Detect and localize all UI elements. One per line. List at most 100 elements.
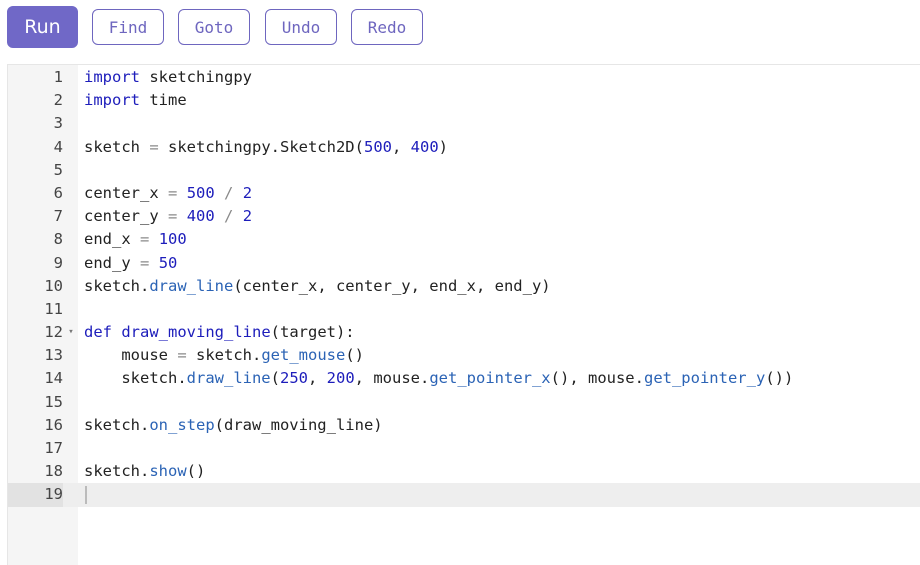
code-line[interactable]: 10 sketch.draw_line(center_x, center_y, e…	[8, 275, 920, 298]
code-editor[interactable]: 1 import sketchingpy 2 import time 3 4 sketch …	[7, 64, 920, 565]
line-number: 6	[53, 183, 63, 202]
code-token: 100	[158, 230, 187, 249]
code-text: mouse = sketch.get_mouse()	[84, 344, 364, 367]
code-token: import	[84, 68, 140, 86]
code-line[interactable]: 8 end_x = 100	[8, 228, 920, 251]
line-number: 8	[53, 230, 63, 249]
code-line[interactable]: 17	[8, 437, 920, 460]
code-token: 400	[186, 207, 215, 226]
code-line[interactable]: 19	[8, 483, 920, 507]
code-token: (target):	[270, 323, 355, 342]
code-token: (center_x, center_y, end_x, end_y)	[233, 276, 551, 295]
code-line[interactable]: 6 center_x = 500 / 2	[8, 182, 920, 205]
code-line[interactable]: 11	[8, 298, 920, 321]
code-text: import time	[84, 89, 187, 112]
redo-button[interactable]: Redo	[351, 9, 423, 45]
code-token: get_pointer_y	[643, 369, 766, 388]
goto-button[interactable]: Goto	[178, 9, 250, 45]
code-text: sketch = sketchingpy.Sketch2D(500, 400)	[84, 136, 448, 159]
find-button[interactable]: Find	[92, 9, 164, 45]
line-number: 3	[53, 114, 63, 133]
code-line[interactable]: 13 mouse = sketch.get_mouse()	[8, 344, 920, 367]
code-line[interactable]: 9 end_y = 50	[8, 252, 920, 275]
text-cursor	[85, 486, 87, 505]
code-token: 400	[410, 137, 439, 156]
line-number: 1	[53, 68, 63, 86]
code-token: get_pointer_x	[429, 369, 551, 388]
code-token: import	[84, 91, 140, 110]
code-token: )	[438, 137, 448, 156]
line-number: 12	[44, 323, 63, 342]
code-token: center_x	[84, 183, 168, 202]
code-token: def	[84, 323, 112, 342]
code-text: sketch.on_step(draw_moving_line)	[84, 414, 383, 437]
code-token: , mouse.	[354, 369, 430, 388]
code-text: end_x = 100	[84, 228, 187, 251]
code-token: mouse	[84, 346, 178, 365]
code-token: get_mouse	[261, 346, 346, 365]
code-token: 50	[158, 253, 178, 272]
code-text: def draw_moving_line(target):	[84, 321, 355, 344]
code-text: sketch.draw_line(250, 200, mouse.get_poi…	[84, 367, 793, 390]
line-number: 5	[53, 160, 63, 179]
code-line[interactable]: 2 import time	[8, 89, 920, 112]
code-line[interactable]: 7 center_y = 400 / 2	[8, 205, 920, 228]
code-token: ()	[186, 462, 206, 481]
code-token: 2	[242, 207, 253, 226]
code-token: =	[149, 137, 159, 156]
code-line[interactable]: 3	[8, 112, 920, 135]
line-number: 7	[53, 207, 63, 226]
line-number: 15	[44, 392, 63, 411]
code-token: sketch.	[84, 369, 187, 388]
code-token: =	[140, 253, 150, 272]
undo-button[interactable]: Undo	[265, 9, 337, 45]
code-line[interactable]: 12 ▾ def draw_moving_line(target):	[8, 321, 920, 344]
code-token: draw_moving_line	[121, 323, 271, 342]
code-line[interactable]: 18 sketch.show()	[8, 460, 920, 483]
code-token: ,	[308, 369, 327, 388]
code-text: center_x = 500 / 2	[84, 182, 252, 205]
code-text: import sketchingpy	[84, 66, 252, 89]
code-token: 500	[186, 183, 215, 202]
code-token: 500	[363, 137, 392, 156]
code-line[interactable]: 14 sketch.draw_line(250, 200, mouse.get_…	[8, 367, 920, 390]
line-number: 16	[44, 415, 63, 434]
code-token: show	[149, 462, 187, 481]
code-token: (), mouse.	[550, 369, 644, 388]
code-line[interactable]: 4 sketch = sketchingpy.Sketch2D(500, 400)	[8, 136, 920, 159]
code-token: =	[168, 207, 178, 226]
code-token: =	[140, 230, 150, 249]
fold-toggle-icon[interactable]: ▾	[66, 321, 76, 344]
line-number: 2	[53, 91, 63, 110]
toolbar: Run Find Goto Undo Redo	[0, 0, 920, 64]
line-number: 10	[44, 276, 63, 295]
run-button[interactable]: Run	[7, 6, 78, 48]
code-line[interactable]: 16 sketch.on_step(draw_moving_line)	[8, 414, 920, 437]
code-text: sketch.show()	[84, 460, 205, 483]
code-text: end_y = 50	[84, 252, 177, 275]
code-token: on_step	[149, 415, 215, 434]
code-text: center_y = 400 / 2	[84, 205, 252, 228]
code-text: sketch.draw_line(center_x, center_y, end…	[84, 275, 551, 298]
line-number: 4	[53, 137, 63, 156]
code-token: (draw_moving_line)	[214, 415, 383, 434]
code-line[interactable]: 15	[8, 391, 920, 414]
code-token: =	[168, 183, 178, 202]
code-line[interactable]: 5	[8, 159, 920, 182]
line-number: 9	[53, 253, 63, 272]
code-line[interactable]: 1 import sketchingpy	[8, 66, 920, 89]
code-token: ,	[391, 137, 411, 156]
code-token: =	[177, 346, 187, 365]
line-number: 14	[44, 369, 63, 388]
line-number: 17	[44, 439, 63, 457]
line-number: 19	[8, 483, 63, 507]
line-number: 13	[44, 346, 63, 365]
code-token: draw_line	[149, 276, 234, 295]
